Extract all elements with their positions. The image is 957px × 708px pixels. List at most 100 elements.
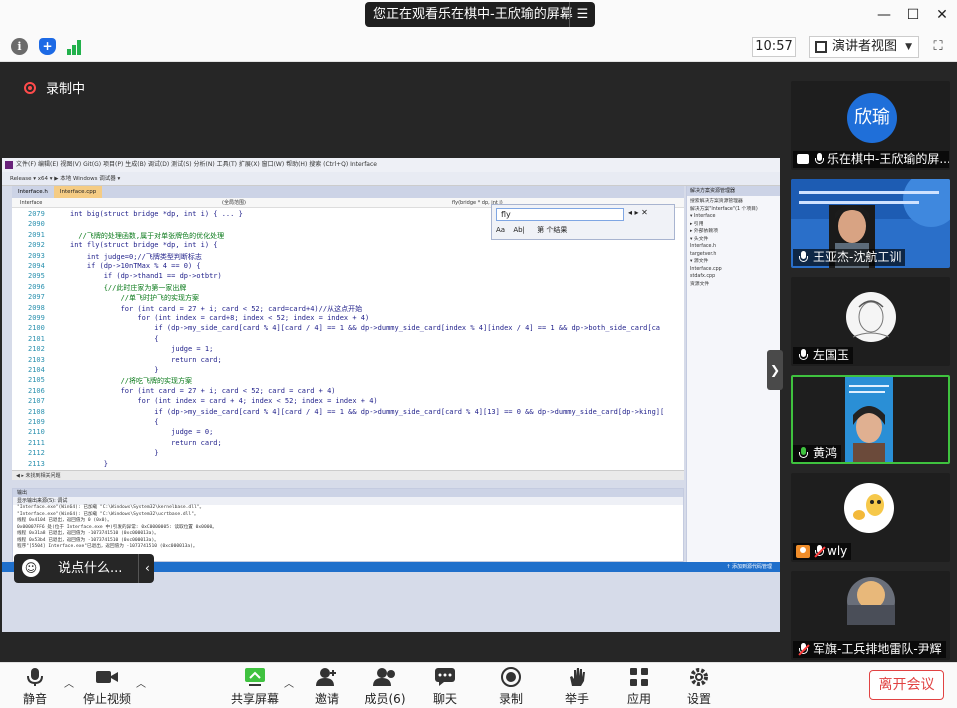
code-line: for (int index = card+8; index < 52; ind… <box>70 314 370 322</box>
minimize-icon[interactable]: — <box>874 6 894 24</box>
code-line: if (dp->thand1 == dp->otbtr) <box>70 272 222 281</box>
line-number-gutter: 2079 2090 2091 2092 2093 2094 2095 2096 2097 2098… <box>12 208 52 470</box>
chevron-left-icon[interactable]: ‹ <box>138 554 150 583</box>
vs-editor-statusbar: ◀ ▸ 未找到相关问题 <box>12 470 684 480</box>
line-number: 2090 <box>28 220 45 229</box>
raise-hand-button[interactable]: 举手 <box>551 667 603 707</box>
view-mode-select[interactable]: 演讲者视图 ▼ <box>809 36 919 58</box>
code-line: int big(struct bridge *dp, int i) { ... … <box>70 210 243 218</box>
meeting-window: 您正在观看乐在棋中-王欣瑜的屏幕 ☰ — ☐ ✕ i + 10:57 演讲者视图… <box>0 0 957 708</box>
participant-tile[interactable]: 军旗-工兵排地雷队-尹辉 <box>791 571 950 660</box>
code-line: int judge=0;//飞牌类型判断标志 <box>70 252 202 261</box>
vs-nav-scope: (全局范围) <box>222 200 246 206</box>
record-label: 录制 <box>498 692 523 706</box>
title-bar: 您正在观看乐在棋中-王欣瑜的屏幕 ☰ — ☐ ✕ <box>0 0 957 30</box>
line-number: 2108 <box>28 407 45 416</box>
network-signal-icon[interactable] <box>67 38 84 55</box>
find-options: Aa Ab| 第 个结果 <box>496 225 567 235</box>
chevron-up-icon[interactable]: ︿ <box>284 675 294 690</box>
invite-button[interactable]: 邀请 <box>301 667 353 707</box>
match-word-option: Ab| <box>513 226 525 234</box>
vs-output-panel: 输出 显示输出来源(S): 调试 "Interface.exe"(Win64):… <box>12 488 684 562</box>
vs-menu-text: 文件(F) 编辑(E) 视图(V) Git(G) 项目(P) 生成(B) 调试(… <box>16 161 377 168</box>
maximize-icon[interactable]: ☐ <box>903 6 923 24</box>
output-lines: "Interface.exe"(Win64): 已加载 "C:\Windows\… <box>13 505 683 551</box>
participant-tile[interactable]: 王亚杰-沈航工训 <box>791 179 950 268</box>
solution-item: Interface.cpp <box>690 266 722 272</box>
chevron-up-icon[interactable]: ︿ <box>136 675 146 690</box>
chat-placeholder: 说点什么... <box>58 561 123 576</box>
apps-button[interactable]: 应用 <box>613 667 665 707</box>
chat-bubble-icon <box>435 668 455 686</box>
vs-solution-explorer: 解决方案资源管理器 搜索解决方案资源管理器 解决方案"Interface"(1 个… <box>686 186 780 564</box>
shared-screen-stage: 录制中 文件(F) 编辑(E) 视图(V) Git(G) 项目(P) 生成(B)… <box>0 62 787 662</box>
share-screen-button[interactable]: 共享屏幕 <box>229 667 281 707</box>
members-button[interactable]: 成员(6) <box>359 667 411 707</box>
chat-button[interactable]: 聊天 <box>419 667 471 707</box>
line-number: 2102 <box>28 345 45 354</box>
menu-lines-icon[interactable]: ☰ <box>569 2 595 27</box>
collapse-gallery-button[interactable]: ❯ <box>767 350 783 390</box>
solution-item: targetver.h <box>690 251 717 257</box>
security-shield-icon[interactable]: + <box>39 38 56 55</box>
code-line: } <box>70 366 159 374</box>
code-line: for (int card = 27 + i; card < 52; card … <box>70 386 336 395</box>
code-line: return card; <box>70 355 222 364</box>
line-number: 2112 <box>28 449 45 458</box>
view-mode-label: 演讲者视图 <box>832 39 898 54</box>
participant-tile[interactable]: 欣瑜 乐在棋中-王欣瑜的屏... <box>791 81 950 170</box>
line-number: 2104 <box>28 366 45 374</box>
invite-label: 邀请 <box>314 692 339 706</box>
add-person-icon <box>316 668 336 686</box>
participant-name-bar: 左国玉 <box>793 347 854 364</box>
share-screen-icon <box>245 668 265 686</box>
apps-grid-icon <box>630 668 648 686</box>
solution-item: 解决方案"Interface"(1 个项目) <box>690 206 758 212</box>
close-icon[interactable]: ✕ <box>932 6 952 24</box>
solution-item: ▾ Interface <box>690 214 716 219</box>
participant-name: 军旗-工兵排地雷队-尹辉 <box>813 642 942 656</box>
output-title: 输出 <box>13 489 683 497</box>
meeting-clock: 10:57 <box>752 37 796 57</box>
line-number: 2096 <box>28 282 45 291</box>
vs-nav-project: Interface <box>20 200 43 206</box>
line-number: 2100 <box>28 324 45 333</box>
line-number: 2098 <box>28 303 45 312</box>
quick-chat-bar[interactable]: ☺ 说点什么... ‹ <box>14 554 154 583</box>
code-lines: int big(struct bridge *dp, int i) { ... … <box>70 208 682 470</box>
screen-share-icon <box>797 154 809 164</box>
participant-tile[interactable]: wly <box>791 473 950 562</box>
code-line: //将吃飞牌的实现方案 <box>70 377 193 386</box>
stop-video-button[interactable]: 停止视频 <box>81 667 133 707</box>
record-button[interactable]: 录制 <box>485 667 537 707</box>
avatar: 欣瑜 <box>847 93 897 143</box>
recording-indicator: 录制中 <box>24 78 85 97</box>
share-screen-label: 共享屏幕 <box>230 692 279 706</box>
participant-name: 左国玉 <box>813 348 850 362</box>
raise-hand-label: 举手 <box>564 692 589 706</box>
leave-meeting-button[interactable]: 离开会议 <box>869 670 944 700</box>
solution-item: Interface.h <box>690 244 717 249</box>
chevron-up-icon[interactable]: ︿ <box>64 675 74 690</box>
fullscreen-icon[interactable]: ⛶ <box>930 39 946 55</box>
code-line: for (int card = 27 + i; card < 52; card=… <box>70 304 363 313</box>
line-number: 2095 <box>28 272 45 281</box>
raise-hand-icon <box>570 668 585 686</box>
viewing-share-banner[interactable]: 您正在观看乐在棋中-王欣瑜的屏幕 ☰ <box>365 2 595 27</box>
find-controls: ◂ ▸ ✕ <box>628 208 648 217</box>
viewing-share-title: 您正在观看乐在棋中-王欣瑜的屏幕 <box>373 7 573 22</box>
speaker-view-icon <box>815 41 827 53</box>
meeting-info-bar: i + 10:57 演讲者视图 ▼ ⛶ <box>0 30 957 62</box>
record-icon <box>501 667 521 687</box>
info-icon[interactable]: i <box>11 38 28 55</box>
participant-gallery: 欣瑜 乐在棋中-王欣瑜的屏... 王亚杰-沈航工训 左国玉 黄鸿 wly 军旗-… <box>787 62 957 662</box>
mute-button[interactable]: 静音 <box>9 667 61 707</box>
participant-name-bar: wly <box>793 543 852 560</box>
participant-tile[interactable]: 左国玉 <box>791 277 950 366</box>
emoji-icon[interactable]: ☺ <box>22 559 40 577</box>
settings-button[interactable]: 设置 <box>673 667 725 707</box>
microphone-icon <box>815 153 824 166</box>
participant-tile-active-speaker[interactable]: 黄鸿 <box>791 375 950 464</box>
line-number: 2094 <box>28 262 45 270</box>
code-line: { <box>70 334 159 343</box>
